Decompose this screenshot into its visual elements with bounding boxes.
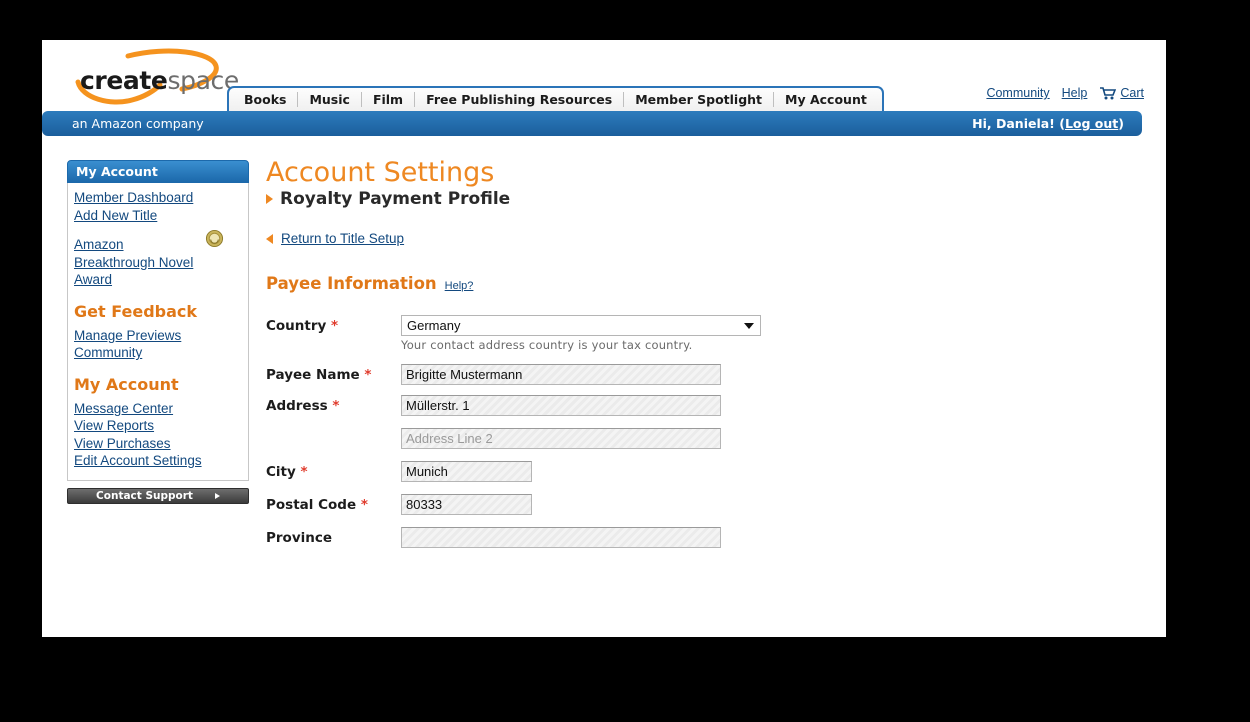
payee-name-input[interactable] bbox=[401, 364, 721, 385]
sidebar-links: Member Dashboard Add New Title Amazon Br… bbox=[68, 183, 248, 480]
field-row-country: Country * Germany Your contact address c… bbox=[266, 315, 1126, 352]
nav-item-music[interactable]: Music bbox=[298, 89, 360, 110]
payee-information-form: Country * Germany Your contact address c… bbox=[266, 315, 1126, 548]
sidebar-header: My Account bbox=[67, 160, 249, 183]
shopping-cart-icon bbox=[1100, 86, 1117, 99]
required-asterisk: * bbox=[360, 497, 368, 513]
arrow-left-icon bbox=[266, 233, 273, 244]
required-asterisk: * bbox=[331, 318, 339, 334]
label-address-text: Address bbox=[266, 398, 328, 414]
logo-wordmark: createspace bbox=[80, 66, 239, 95]
logo-word-create: create bbox=[80, 66, 168, 95]
label-country-text: Country bbox=[266, 318, 327, 334]
return-to-title-setup-link[interactable]: Return to Title Setup bbox=[281, 231, 404, 246]
sidebar-item-message-center[interactable]: Message Center bbox=[74, 400, 248, 418]
sidebar-section-get-feedback: Get Feedback bbox=[74, 301, 198, 321]
sidebar-item-community[interactable]: Community bbox=[74, 344, 248, 362]
label-postal-code: Postal Code * bbox=[266, 494, 401, 513]
address-line-1-input[interactable] bbox=[401, 395, 721, 416]
page-panel: createspace Books Music Film Free Publis… bbox=[42, 40, 1166, 637]
section-header: Payee Information Help? bbox=[266, 274, 1126, 293]
nav-item-film[interactable]: Film bbox=[362, 89, 414, 110]
control-country: Germany Your contact address country is … bbox=[401, 315, 761, 352]
label-postal-code-text: Postal Code bbox=[266, 497, 357, 513]
label-country: Country * bbox=[266, 315, 401, 334]
nav-item-free-publishing-resources[interactable]: Free Publishing Resources bbox=[415, 89, 623, 110]
sidebar-panel: Member Dashboard Add New Title Amazon Br… bbox=[67, 183, 249, 481]
chevron-down-icon bbox=[744, 322, 754, 329]
control-province bbox=[401, 527, 721, 548]
field-row-payee-name: Payee Name * bbox=[266, 364, 1126, 385]
back-link-row: Return to Title Setup bbox=[266, 231, 1126, 246]
site-header: createspace Books Music Film Free Publis… bbox=[42, 40, 1166, 140]
field-row-city: City * bbox=[266, 461, 1126, 482]
sidebar-item-member-dashboard[interactable]: Member Dashboard bbox=[74, 189, 248, 207]
link-help[interactable]: Help bbox=[1062, 86, 1088, 100]
cart-link-group[interactable]: Cart bbox=[1099, 86, 1144, 100]
sidebar-item-edit-account-settings[interactable]: Edit Account Settings bbox=[74, 452, 248, 470]
label-payee-name: Payee Name * bbox=[266, 364, 401, 383]
sidebar-item-view-purchases[interactable]: View Purchases bbox=[74, 435, 248, 453]
label-province-text: Province bbox=[266, 530, 333, 546]
link-community[interactable]: Community bbox=[986, 86, 1049, 100]
sidebar-item-view-reports[interactable]: View Reports bbox=[74, 417, 248, 435]
nav-item-member-spotlight[interactable]: Member Spotlight bbox=[624, 89, 773, 110]
greeting-close: ) bbox=[1118, 116, 1124, 131]
nav-item-my-account[interactable]: My Account bbox=[774, 89, 878, 110]
postal-code-input[interactable] bbox=[401, 494, 532, 515]
primary-nav: Books Music Film Free Publishing Resourc… bbox=[227, 86, 884, 111]
contact-support-label: Contact Support bbox=[96, 489, 193, 502]
section-title-payee-information: Payee Information bbox=[266, 274, 437, 293]
required-asterisk: * bbox=[300, 464, 308, 480]
country-hint: Your contact address country is your tax… bbox=[401, 338, 693, 352]
control-postal-code bbox=[401, 494, 532, 515]
address-line-2-input[interactable] bbox=[401, 428, 721, 449]
chevron-right-icon bbox=[266, 194, 273, 204]
sidebar-item-add-new-title[interactable]: Add New Title bbox=[74, 207, 248, 225]
label-address: Address * bbox=[266, 395, 401, 414]
page-subtitle: Royalty Payment Profile bbox=[280, 189, 511, 209]
sidebar: My Account Member Dashboard Add New Titl… bbox=[67, 160, 249, 504]
sidebar-item-manage-previews[interactable]: Manage Previews bbox=[74, 327, 248, 345]
createspace-logo[interactable]: createspace bbox=[70, 48, 239, 112]
control-address bbox=[401, 395, 721, 416]
required-asterisk: * bbox=[332, 398, 340, 414]
city-input[interactable] bbox=[401, 461, 532, 482]
control-address-line-2 bbox=[401, 428, 721, 449]
link-cart[interactable]: Cart bbox=[1120, 86, 1144, 100]
required-asterisk: * bbox=[364, 367, 372, 383]
sidebar-item-abna[interactable]: Amazon Breakthrough Novel Award bbox=[74, 236, 194, 289]
label-address-line-2 bbox=[266, 428, 401, 431]
medal-icon bbox=[205, 229, 224, 248]
country-select[interactable]: Germany bbox=[401, 315, 761, 336]
logout-link[interactable]: Log out bbox=[1065, 116, 1118, 131]
contact-support-button[interactable]: Contact Support bbox=[67, 487, 249, 504]
chevron-right-icon bbox=[214, 492, 220, 499]
amazon-company-bar: an Amazon company Hi, Daniela! (Log out) bbox=[42, 111, 1142, 136]
province-input[interactable] bbox=[401, 527, 721, 548]
field-row-postal-code: Postal Code * bbox=[266, 494, 1126, 515]
nav-item-books[interactable]: Books bbox=[233, 89, 297, 110]
field-row-address: Address * bbox=[266, 395, 1126, 416]
label-city: City * bbox=[266, 461, 401, 480]
label-city-text: City bbox=[266, 464, 296, 480]
amazon-tagline: an Amazon company bbox=[72, 116, 204, 131]
main-content: Account Settings Royalty Payment Profile… bbox=[266, 158, 1126, 558]
control-city bbox=[401, 461, 532, 482]
label-province: Province bbox=[266, 527, 401, 546]
account-greeting: Hi, Daniela! (Log out) bbox=[972, 116, 1124, 131]
screenshot-root: createspace Books Music Film Free Publis… bbox=[0, 0, 1250, 722]
page-title: Account Settings bbox=[266, 157, 495, 188]
field-row-province: Province bbox=[266, 527, 1126, 548]
greeting-text: Hi, Daniela! ( bbox=[972, 116, 1065, 131]
field-row-address-line-2 bbox=[266, 428, 1126, 449]
control-payee-name bbox=[401, 364, 721, 385]
page-subtitle-row: Royalty Payment Profile bbox=[266, 189, 1126, 209]
utility-links: Community Help Cart bbox=[986, 86, 1144, 100]
label-payee-name-text: Payee Name bbox=[266, 367, 360, 383]
help-link[interactable]: Help? bbox=[445, 280, 474, 292]
country-select-value: Germany bbox=[407, 318, 461, 333]
sidebar-section-my-account: My Account bbox=[74, 374, 179, 394]
